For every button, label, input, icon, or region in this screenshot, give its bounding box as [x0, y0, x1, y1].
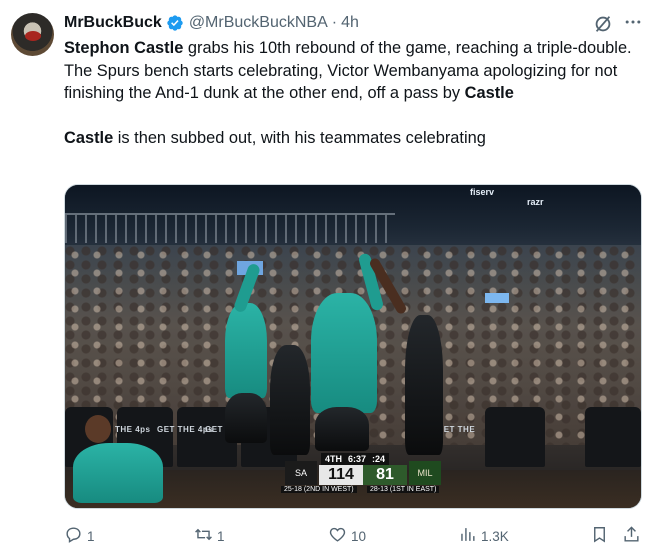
- post-media-image[interactable]: fiserv razr THE 4ps GET THE 4ps GET THE …: [64, 184, 642, 509]
- views-icon: [458, 525, 481, 547]
- player-crouching: [73, 443, 163, 503]
- repost-button[interactable]: 1: [194, 525, 225, 547]
- reply-count: 1: [87, 528, 95, 544]
- player-shorts: [225, 393, 267, 443]
- mention-bold: Castle: [464, 84, 514, 102]
- mention-bold: Stephon Castle: [64, 39, 184, 57]
- post-text-span: The Spurs bench starts celebrating, Vict…: [64, 61, 618, 103]
- shot-clock: :24: [372, 454, 386, 464]
- railing: [65, 213, 395, 243]
- like-button[interactable]: 10: [328, 525, 366, 547]
- scorebug: 4TH 6:37 :24 SA 114 81 MIL 25-18 (2ND IN…: [281, 453, 451, 495]
- quarter: 4TH: [325, 454, 343, 464]
- player-black-jersey: [405, 315, 443, 455]
- verified-badge-icon: [166, 14, 184, 32]
- seat-text: THE 4ps: [115, 425, 151, 434]
- views-button[interactable]: 1.3K: [458, 525, 509, 547]
- clock: 6:37: [348, 454, 367, 464]
- post-time[interactable]: 4h: [341, 14, 359, 32]
- post-text-span: grabs his 10th rebound of the game, reac…: [183, 39, 632, 57]
- reply-icon: [64, 525, 87, 547]
- player-teal-warmup: [225, 303, 267, 398]
- arena-sign: fiserv: [470, 187, 495, 197]
- reply-button[interactable]: 1: [64, 525, 95, 547]
- like-icon: [328, 525, 351, 547]
- bookmark-icon: [590, 525, 613, 547]
- arena-sign: razr: [527, 197, 544, 207]
- author-name[interactable]: MrBuckBuck: [64, 14, 162, 32]
- bucks-record: 28-13 (1ST IN EAST): [367, 486, 440, 493]
- separator: ·: [331, 14, 338, 31]
- player-head: [85, 415, 111, 443]
- bench-seat: [485, 407, 545, 467]
- game-clock: 4TH 6:37 :24: [321, 453, 390, 465]
- post-paragraph-1: Stephon Castle grabs his 10th rebound of…: [64, 37, 644, 60]
- bucks-logo: MIL: [409, 461, 441, 485]
- spurs-logo: SA: [285, 461, 317, 485]
- bench-seat: [585, 407, 641, 467]
- post-text-span: is then subbed out, with his teammates c…: [113, 129, 486, 147]
- like-count: 10: [351, 528, 367, 544]
- view-count: 1.3K: [481, 528, 509, 544]
- post-paragraph-3: Castle is then subbed out, with his team…: [64, 127, 644, 150]
- repost-count: 1: [217, 528, 225, 544]
- grok-icon[interactable]: [592, 13, 614, 35]
- share-icon: [622, 525, 645, 547]
- post-text: Stephon Castle grabs his 10th rebound of…: [64, 37, 644, 150]
- spurs-record: 25-18 (2ND IN WEST): [281, 486, 357, 493]
- post-header: MrBuckBuck @MrBuckBuckNBA · 4h: [64, 12, 359, 34]
- player-black-jersey: [270, 345, 310, 455]
- player-teal-center: [311, 293, 377, 413]
- avatar[interactable]: [11, 13, 54, 56]
- bucks-score: 81: [363, 465, 407, 485]
- post-paragraph-2: The Spurs bench starts celebrating, Vict…: [64, 60, 644, 105]
- more-icon[interactable]: [620, 11, 646, 33]
- mention-bold: Castle: [64, 129, 114, 147]
- post-actions: 1 1 10 1.3K: [64, 525, 644, 547]
- share-button[interactable]: [622, 525, 645, 547]
- arena-screen: [485, 293, 509, 303]
- player-shorts: [315, 407, 369, 451]
- author-handle[interactable]: @MrBuckBuckNBA: [189, 14, 328, 32]
- spurs-score: 114: [319, 465, 363, 485]
- repost-icon: [194, 525, 217, 547]
- bookmark-button[interactable]: [590, 525, 613, 547]
